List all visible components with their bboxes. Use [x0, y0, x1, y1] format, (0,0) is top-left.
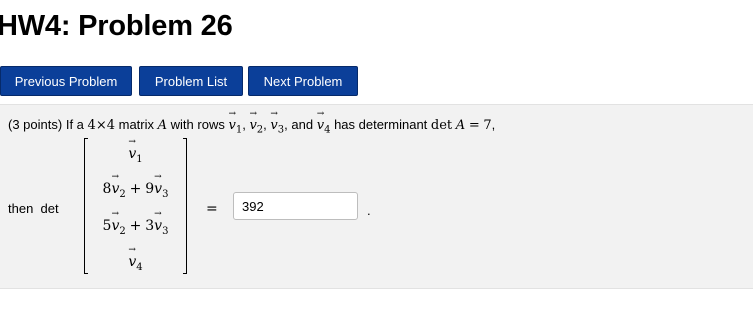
vector-v1: v1	[228, 109, 242, 135]
points-label: (3 points)	[8, 117, 63, 132]
matrix-left-bracket	[84, 138, 88, 274]
page-title: HW4: Problem 26	[0, 10, 233, 42]
matrix-row-4: v4	[88, 245, 183, 273]
vector-v3: v3	[270, 109, 284, 135]
problem-nav: Previous Problem Problem List Next Probl…	[0, 66, 753, 98]
previous-problem-button[interactable]: Previous Problem	[0, 66, 132, 96]
matrix-row-3: 5v2 + 3v3	[88, 209, 183, 237]
period: .	[367, 203, 371, 218]
matrix-row-1: v1	[88, 137, 183, 165]
vector-v4: v4	[317, 109, 331, 135]
equals-sign: =	[206, 201, 218, 217]
matrix-row-2: 8v2 + 9v3	[88, 172, 183, 200]
problem-list-button[interactable]: Problem List	[139, 66, 243, 96]
problem-statement: (3 points) If a 4×4 matrix A with rows v…	[8, 109, 495, 135]
vector-v2: v2	[249, 109, 263, 135]
matrix-right-bracket	[183, 138, 187, 274]
next-problem-button[interactable]: Next Problem	[248, 66, 358, 96]
problem-body: (3 points) If a 4×4 matrix A with rows v…	[0, 104, 753, 289]
answer-input[interactable]	[233, 192, 358, 220]
then-det-label: then det	[8, 201, 59, 216]
